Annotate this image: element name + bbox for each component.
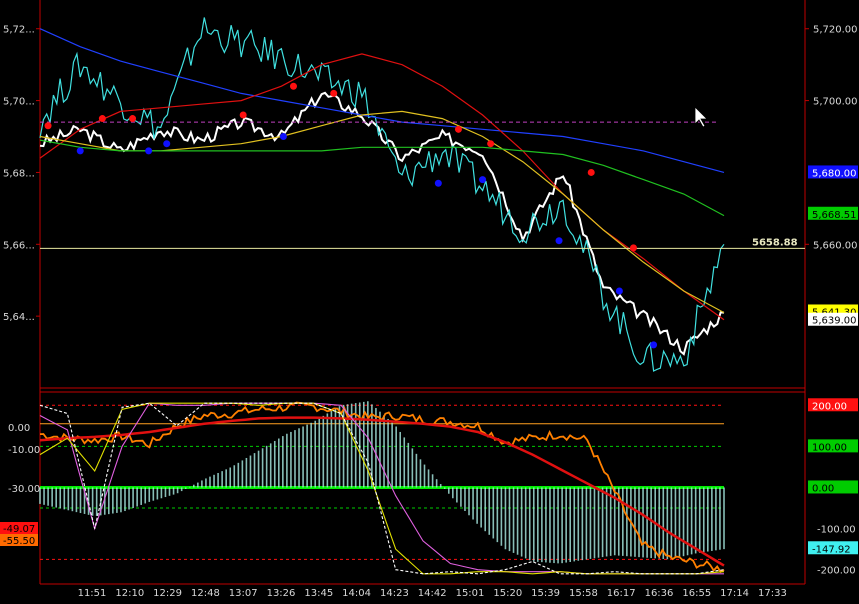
time-tick-label: 17:14 <box>720 588 749 599</box>
time-tick-label: 13:45 <box>304 588 333 599</box>
oscillator-left-badge-label: -49.07 <box>3 524 35 535</box>
buy-signal-dot <box>279 133 287 141</box>
sell-signal-dot <box>98 115 106 123</box>
oscillator-badge-label: 0.00 <box>812 483 834 494</box>
time-tick-label: 17:33 <box>758 588 787 599</box>
buy-signal-dot <box>163 140 171 148</box>
price-badge-label: 5,668.51 <box>812 210 857 221</box>
price-right-tick-label: 5,660.00 <box>813 240 858 251</box>
time-tick-label: 11:51 <box>78 588 107 599</box>
mouse-cursor-icon <box>694 106 708 128</box>
oscillator-right-tick-label: -200.00 <box>817 566 856 577</box>
price-left-tick-label: 5,66... <box>3 240 35 251</box>
time-tick-label: 16:17 <box>607 588 636 599</box>
price-left-tick-label: 5,70... <box>3 97 35 108</box>
price-left-tick-label: 5,64... <box>3 312 35 323</box>
time-tick-label: 16:55 <box>682 588 711 599</box>
buy-signal-dot <box>434 179 442 187</box>
price-panel: 5658.88 <box>39 17 805 372</box>
time-tick-label: 12:10 <box>115 588 144 599</box>
oscillator-badge-label: 100.00 <box>812 442 847 453</box>
price-series-ma_yellow <box>39 110 725 314</box>
sell-signal-dot <box>289 82 297 90</box>
time-tick-label: 15:01 <box>456 588 485 599</box>
chart-frame <box>39 0 806 585</box>
buy-signal-dot <box>145 147 153 155</box>
price-badge-label: 5,680.00 <box>812 168 857 179</box>
buy-signal-dot <box>76 147 84 155</box>
price-left-tick-label: 5,72... <box>3 25 35 36</box>
mouse-cursor-icon <box>694 106 708 128</box>
time-tick-label: 13:26 <box>267 588 296 599</box>
time-tick-label: 16:36 <box>645 588 674 599</box>
sell-signal-dot <box>44 122 52 130</box>
oscillator-badge-label: -147.92 <box>812 544 851 555</box>
price-series-close <box>39 91 725 356</box>
sell-signal-dot <box>587 168 595 176</box>
oscillator-left-tick-label: 0.00 <box>8 423 30 434</box>
price-right-tick-label: 5,700.00 <box>813 97 858 108</box>
oscillator-badge-label: 200.00 <box>812 401 847 412</box>
sell-signal-dot <box>330 89 338 97</box>
price-left-tick-label: 5,68... <box>3 168 35 179</box>
chart-canvas[interactable]: 5658.88 5,72... 5,70... 5,68... 5,66... 5,64… <box>0 0 859 600</box>
buy-signal-dot <box>479 176 487 184</box>
buy-signal-dot <box>615 287 623 295</box>
sell-signal-dot <box>454 125 462 133</box>
time-tick-label: 14:23 <box>380 588 409 599</box>
oscillator-left-tick-label: -30.00 <box>8 484 40 495</box>
buy-signal-dot <box>555 237 563 245</box>
sell-signal-dot <box>487 140 495 148</box>
time-tick-label: 12:29 <box>153 588 182 599</box>
sell-signal-dot <box>239 111 247 119</box>
price-series-ma_red <box>39 53 725 321</box>
time-tick-label: 14:42 <box>418 588 447 599</box>
oscillator-panel <box>39 401 725 575</box>
sell-signal-dot <box>129 115 137 123</box>
time-tick-label: 15:58 <box>569 588 598 599</box>
oscillator-left-badge-label: -55.50 <box>3 536 35 547</box>
sell-signal-dot <box>629 244 637 252</box>
time-tick-label: 14:04 <box>342 588 371 599</box>
price-series-ma_green <box>39 139 725 217</box>
time-tick-label: 15:20 <box>493 588 522 599</box>
time-tick-label: 15:39 <box>531 588 560 599</box>
price-badge-label: 5,639.00 <box>812 316 857 327</box>
buy-signal-dot <box>650 341 658 349</box>
oscillator-left-tick-label: -10.00 <box>8 445 40 456</box>
time-tick-label: 12:48 <box>191 588 220 599</box>
price-right-tick-label: 5,720.00 <box>813 25 858 36</box>
trading-chart: 5658.88 5,72... 5,70... 5,68... 5,66... 5,64… <box>0 0 859 600</box>
current-price-label: 5658.88 <box>752 237 798 248</box>
time-tick-label: 13:07 <box>229 588 258 599</box>
price-series-high_low <box>39 17 725 372</box>
oscillator-right-tick-label: -100.00 <box>817 525 856 536</box>
